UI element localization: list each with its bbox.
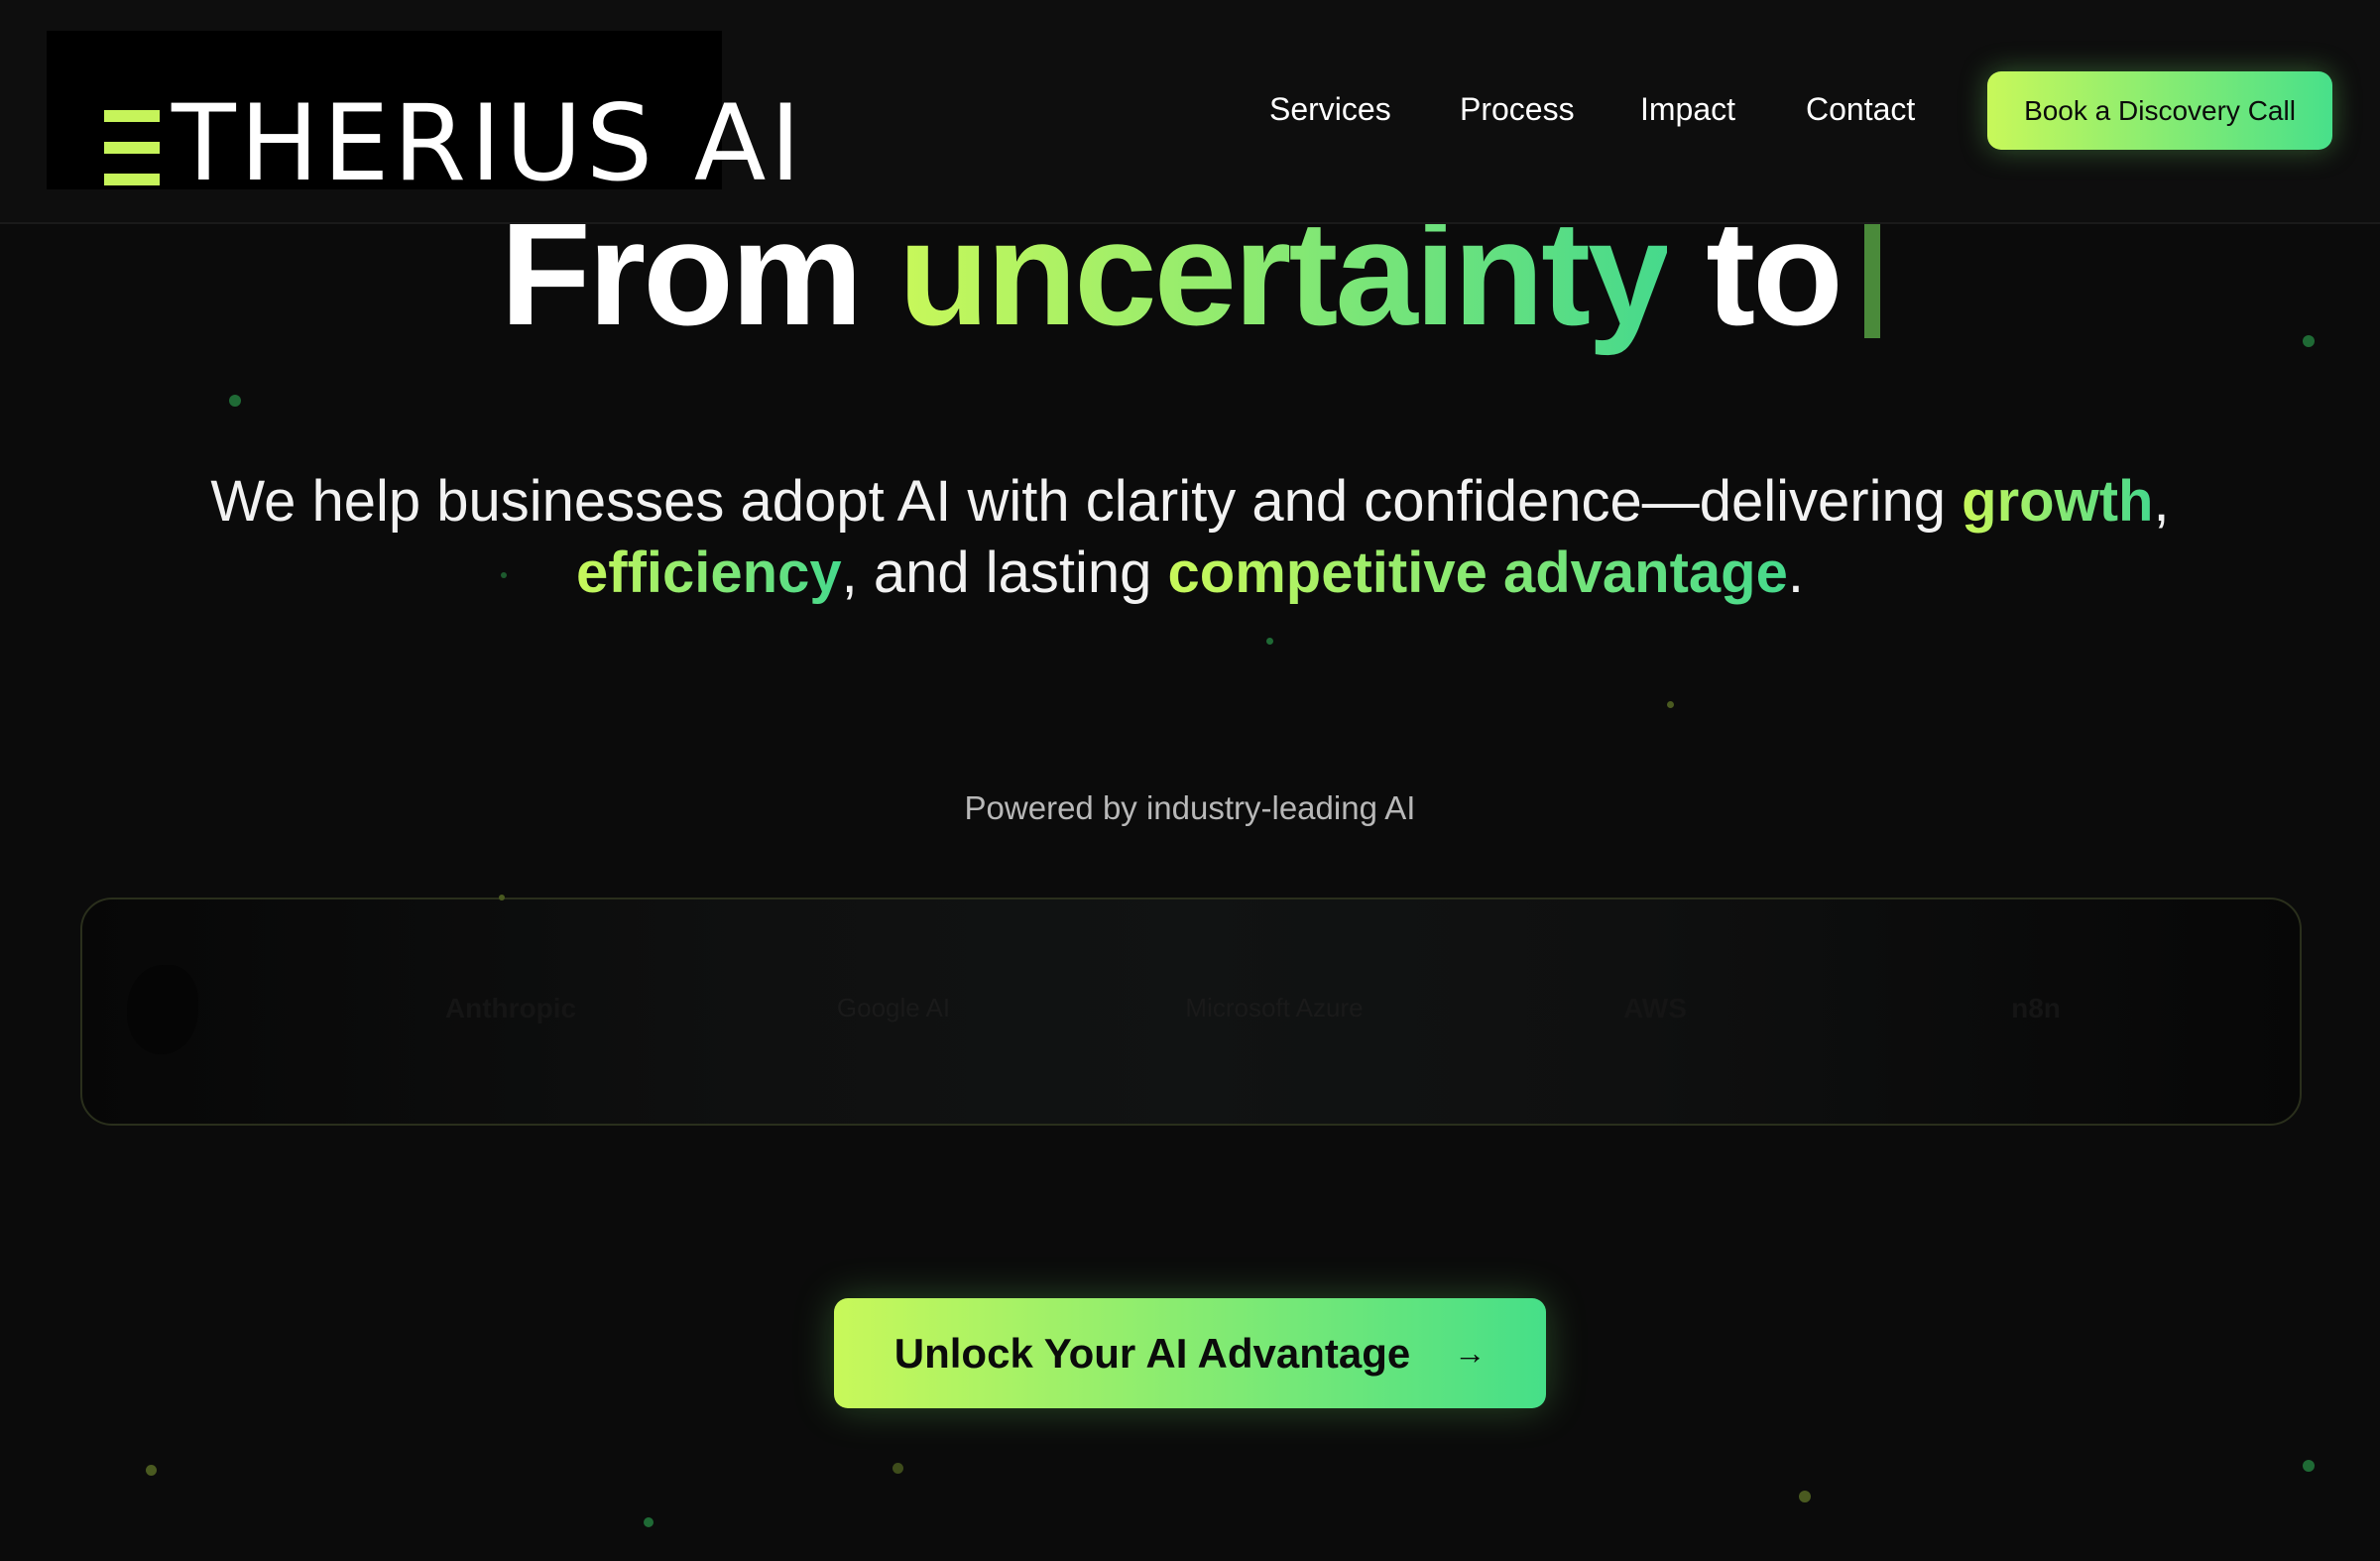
particle-dot <box>1799 1491 1811 1502</box>
particle-dot <box>2303 1460 2315 1472</box>
subhead-text-1: We help businesses adopt AI with clarity… <box>210 469 1947 534</box>
partner-anthropic: Anthropic <box>444 993 577 1023</box>
unlock-ai-advantage-label: Unlock Your AI Advantage <box>893 1329 1411 1377</box>
subhead-highlight-advantage: competitive advantage <box>1167 540 1788 605</box>
subhead-text-2: , <box>2153 469 2170 534</box>
hero-subheading: We help businesses adopt AI with clarity… <box>0 466 2380 609</box>
nav-link-process[interactable]: Process <box>1460 91 1575 128</box>
top-navigation: THERIUS AI Services Process Impact Conta… <box>0 0 2380 224</box>
partner-logo-icon <box>127 965 198 1054</box>
logo-e-mark <box>104 110 160 185</box>
subhead-highlight-growth: growth <box>1962 469 2154 534</box>
partner-microsoft-azure: Microsoft Azure <box>1185 993 1364 1022</box>
nav-link-contact[interactable]: Contact <box>1806 91 1915 128</box>
particle-dot <box>644 1517 654 1527</box>
particle-dot <box>229 395 241 407</box>
nav-link-impact[interactable]: Impact <box>1640 91 1735 128</box>
page: THERIUS AI Services Process Impact Conta… <box>0 0 2380 1561</box>
particle-dot <box>892 1463 903 1474</box>
subhead-text-3: , and lasting <box>841 540 1152 605</box>
logo-text: THERIUS AI <box>172 82 805 204</box>
unlock-ai-advantage-button[interactable]: Unlock Your AI Advantage → <box>834 1298 1546 1408</box>
partner-n8n: n8n <box>2011 993 2061 1023</box>
particle-dot <box>501 572 507 578</box>
book-discovery-call-label: Book a Discovery Call <box>2024 94 2296 126</box>
logo-wordmark: THERIUS AI <box>104 74 805 213</box>
partner-logo-carousel: Anthropic Google AI Microsoft Azure AWS … <box>80 898 2302 1126</box>
particle-dot <box>146 1465 157 1476</box>
partner-aws: AWS <box>1623 993 1687 1023</box>
particle-dot <box>1667 701 1674 708</box>
particle-dot <box>2303 335 2315 347</box>
arrow-right-icon: → <box>1454 1335 1487 1371</box>
logo[interactable]: THERIUS AI <box>47 31 801 204</box>
particle-dot <box>1266 638 1273 645</box>
typing-cursor <box>1863 221 1880 338</box>
partner-google-ai: Google AI <box>836 993 951 1022</box>
subhead-text-4: . <box>1787 540 1804 605</box>
subhead-highlight-efficiency: efficiency <box>576 540 842 605</box>
partners-title: Powered by industry-leading AI <box>964 789 1416 826</box>
particle-dot <box>499 895 505 901</box>
book-discovery-call-button[interactable]: Book a Discovery Call <box>1987 71 2332 150</box>
nav-link-services[interactable]: Services <box>1269 91 1391 128</box>
